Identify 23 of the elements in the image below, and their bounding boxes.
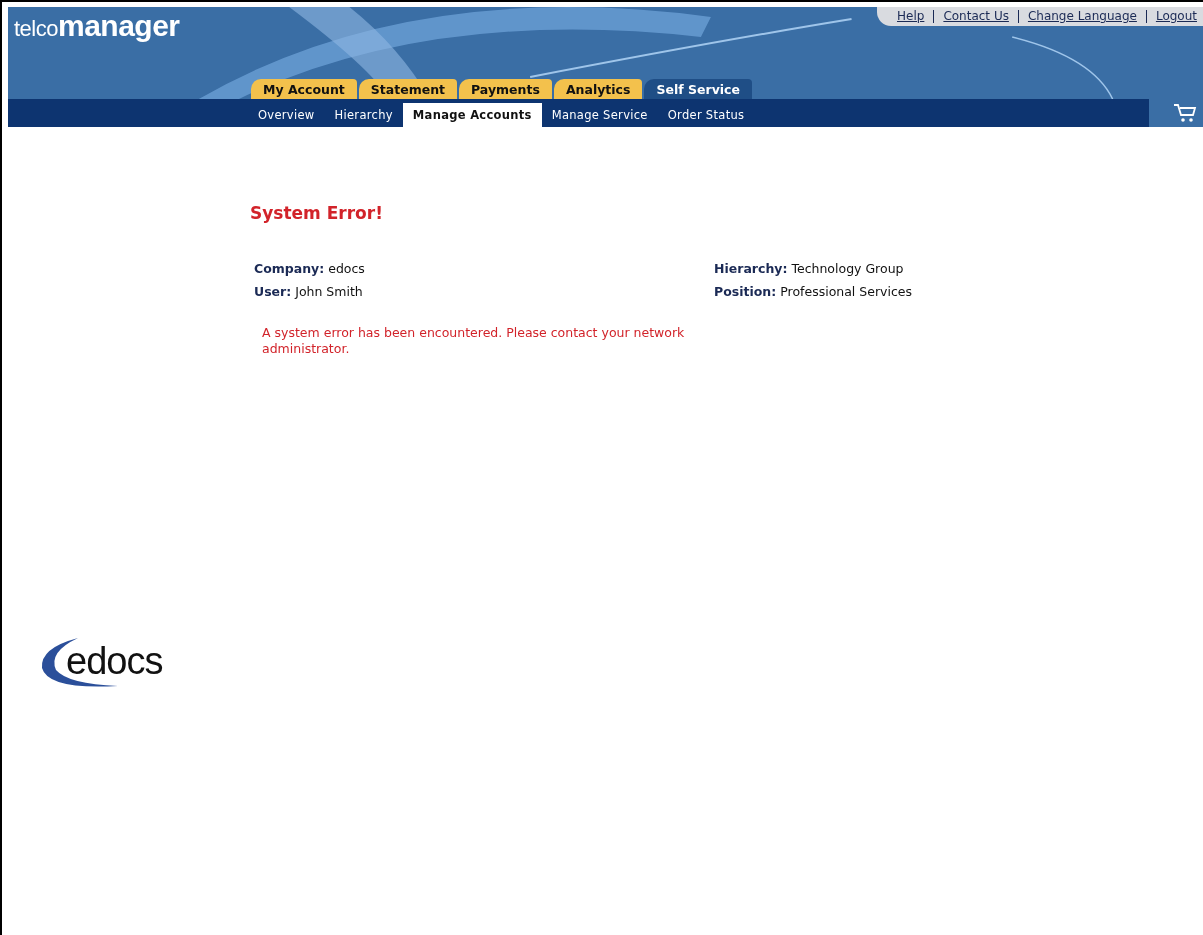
info-field: Company: edocs <box>254 261 714 276</box>
page-title: System Error! <box>250 203 384 223</box>
telcomanager-logo: telcomanager <box>13 8 180 43</box>
cart-icon[interactable] <box>1173 103 1197 123</box>
subnav-tab[interactable]: Manage Accounts <box>402 103 542 127</box>
error-message: A system error has been encountered. Please contact your network administrator. <box>262 325 686 357</box>
nav-tab[interactable]: Self Service <box>644 79 752 99</box>
subnav-tab[interactable]: Order Status <box>657 103 755 127</box>
nav-tab[interactable]: Analytics <box>553 79 643 99</box>
nav-tab[interactable]: Statement <box>358 79 458 99</box>
subnav-tab[interactable]: Overview <box>248 103 325 127</box>
nav-tab[interactable]: My Account <box>251 79 357 99</box>
info-field: User: John Smith <box>254 284 714 299</box>
header-link[interactable]: Contact Us <box>943 9 1009 23</box>
info-field: Position: Professional Services <box>714 284 1014 299</box>
nav-tab[interactable]: Payments <box>459 79 552 99</box>
header-link[interactable]: Help <box>897 9 925 23</box>
subnav-tab[interactable]: Manage Service <box>541 103 658 127</box>
subnav-tab[interactable]: Hierarchy <box>324 103 403 127</box>
header-link[interactable]: Logout <box>1155 9 1197 23</box>
header-link[interactable]: Change Language <box>1027 9 1137 23</box>
info-field: Hierarchy: Technology Group <box>714 261 1014 276</box>
edocs-logo: edocs <box>38 634 208 695</box>
